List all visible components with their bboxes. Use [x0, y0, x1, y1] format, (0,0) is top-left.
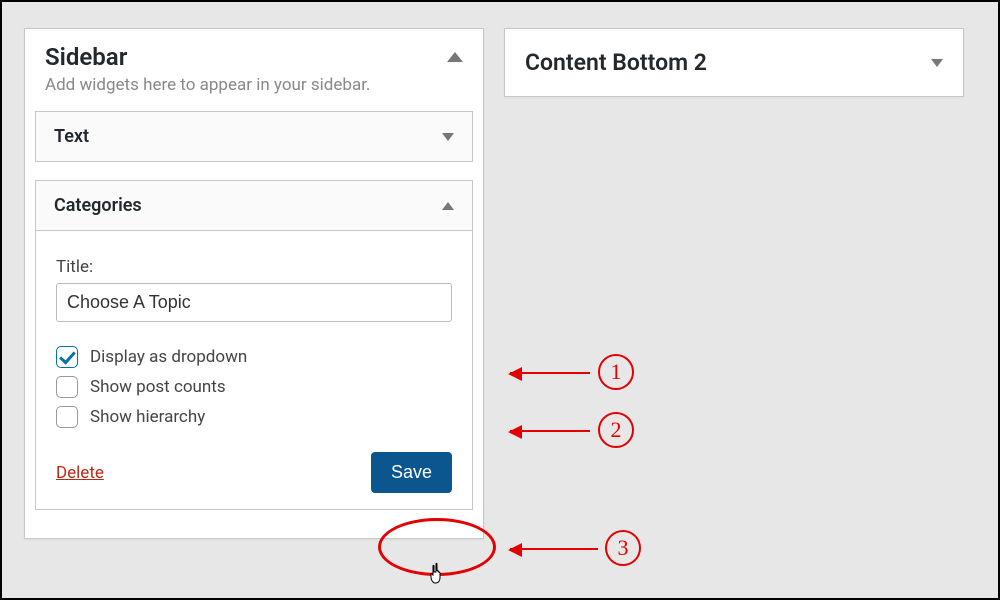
chevron-up-icon: [447, 52, 463, 62]
counts-checkbox-label: Show post counts: [90, 377, 226, 397]
widget-area-sidebar: Sidebar Add widgets here to appear in yo…: [24, 28, 484, 539]
content-bottom-2-title: Content Bottom 2: [525, 49, 707, 76]
hierarchy-checkbox-label: Show hierarchy: [90, 407, 205, 427]
dropdown-checkbox[interactable]: [56, 346, 78, 368]
chevron-down-icon: [442, 133, 454, 141]
hierarchy-checkbox[interactable]: [56, 406, 78, 428]
save-button[interactable]: Save: [371, 452, 452, 493]
widget-categories-title: Categories: [54, 195, 142, 216]
title-input[interactable]: [56, 283, 452, 322]
widget-area-content-bottom-2: Content Bottom 2: [504, 28, 964, 97]
widget-actions: Delete Save: [56, 452, 452, 493]
widget-categories-form: Title: Display as dropdown Show post cou…: [36, 230, 472, 509]
counts-checkbox[interactable]: [56, 376, 78, 398]
option-counts-row[interactable]: Show post counts: [56, 376, 452, 398]
widget-text-header[interactable]: Text: [36, 112, 472, 161]
annotation-2-arrow: [510, 430, 590, 432]
delete-link[interactable]: Delete: [56, 463, 104, 483]
widget-list: Text Categories Title:: [25, 111, 483, 538]
widget-area-title: Sidebar: [45, 43, 127, 71]
widget-area-sidebar-header[interactable]: Sidebar: [25, 29, 483, 75]
cursor-hand-icon: [430, 562, 448, 589]
widget-categories: Categories Title: Display as dropdown: [35, 180, 473, 510]
annotation-1-arrow: [510, 372, 590, 374]
chevron-down-icon: [931, 59, 943, 67]
dropdown-checkbox-label: Display as dropdown: [90, 347, 247, 367]
widget-text-title: Text: [54, 126, 89, 147]
widget-categories-header[interactable]: Categories: [36, 181, 472, 230]
widget-area-description: Add widgets here to appear in your sideb…: [25, 75, 483, 111]
widget-text: Text: [35, 111, 473, 162]
option-dropdown-row[interactable]: Display as dropdown: [56, 346, 452, 368]
admin-widgets-page: Sidebar Add widgets here to appear in yo…: [2, 2, 998, 598]
option-hierarchy-row[interactable]: Show hierarchy: [56, 406, 452, 428]
chevron-up-icon: [442, 202, 454, 210]
title-label: Title:: [56, 257, 452, 277]
annotation-3-arrow: [510, 548, 598, 550]
widget-area-content-bottom-2-header[interactable]: Content Bottom 2: [505, 29, 963, 96]
